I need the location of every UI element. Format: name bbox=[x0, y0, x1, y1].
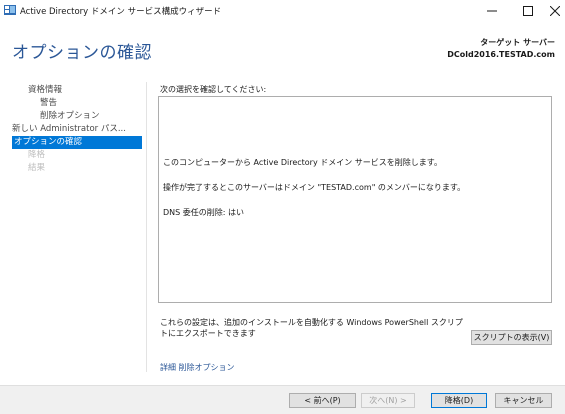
maximize-icon bbox=[523, 6, 533, 16]
nav-item-credentials[interactable]: 資格情報 bbox=[12, 84, 142, 97]
review-line-domain-member: 操作が完了するとこのサーバーはドメイン "TESTAD.com" のメンバーにな… bbox=[163, 183, 466, 192]
nav-item-review-options[interactable]: オプションの確認 bbox=[12, 136, 142, 149]
nav-item-results: 結果 bbox=[28, 163, 46, 173]
wizard-steps-nav: 資格情報 警告 削除オプション 新しい Administrator パス... … bbox=[12, 84, 142, 175]
minimize-icon bbox=[487, 10, 497, 12]
previous-button[interactable]: < 前へ(P) bbox=[289, 393, 356, 408]
review-prompt: 次の選択を確認してください: bbox=[160, 85, 267, 94]
window-title: Active Directory ドメイン サービス構成ウィザード bbox=[20, 7, 222, 17]
target-server-label: ターゲット サーバー bbox=[480, 38, 555, 47]
more-removal-options-link[interactable]: 詳細 削除オプション bbox=[160, 362, 235, 373]
nav-item-new-admin-password[interactable]: 新しい Administrator パス... bbox=[12, 123, 142, 136]
next-button[interactable]: 次へ(N) > bbox=[361, 393, 415, 408]
maximize-button[interactable] bbox=[510, 0, 546, 22]
review-text-box[interactable]: このコンピューターから Active Directory ドメイン サービスを削… bbox=[158, 96, 552, 303]
target-server-name: DCold2016.TESTAD.com bbox=[447, 50, 555, 59]
view-script-button[interactable]: スクリプトの表示(V) bbox=[471, 330, 552, 345]
review-line-remove-adds: このコンピューターから Active Directory ドメイン サービスを削… bbox=[163, 158, 442, 167]
page-title: オプションの確認 bbox=[12, 43, 152, 63]
close-button[interactable] bbox=[544, 0, 565, 22]
nav-item-demotion: 降格 bbox=[28, 150, 46, 160]
cancel-button[interactable]: キャンセル bbox=[495, 393, 552, 408]
close-icon bbox=[549, 6, 560, 16]
nav-item-warnings[interactable]: 警告 bbox=[12, 97, 142, 110]
nav-divider bbox=[146, 82, 147, 372]
minimize-button[interactable] bbox=[474, 0, 510, 22]
powershell-export-note: これらの設定は、追加のインストールを自動化する Windows PowerShe… bbox=[160, 318, 463, 338]
wizard-footer: < 前へ(P) 次へ(N) > 降格(D) キャンセル bbox=[0, 385, 565, 414]
nav-item-removal-options[interactable]: 削除オプション bbox=[12, 110, 142, 123]
demote-button[interactable]: 降格(D) bbox=[431, 393, 487, 408]
server-manager-icon bbox=[4, 5, 16, 15]
review-line-dns-delegation: DNS 委任の削除: はい bbox=[163, 208, 245, 217]
title-bar: Active Directory ドメイン サービス構成ウィザード bbox=[0, 0, 565, 22]
